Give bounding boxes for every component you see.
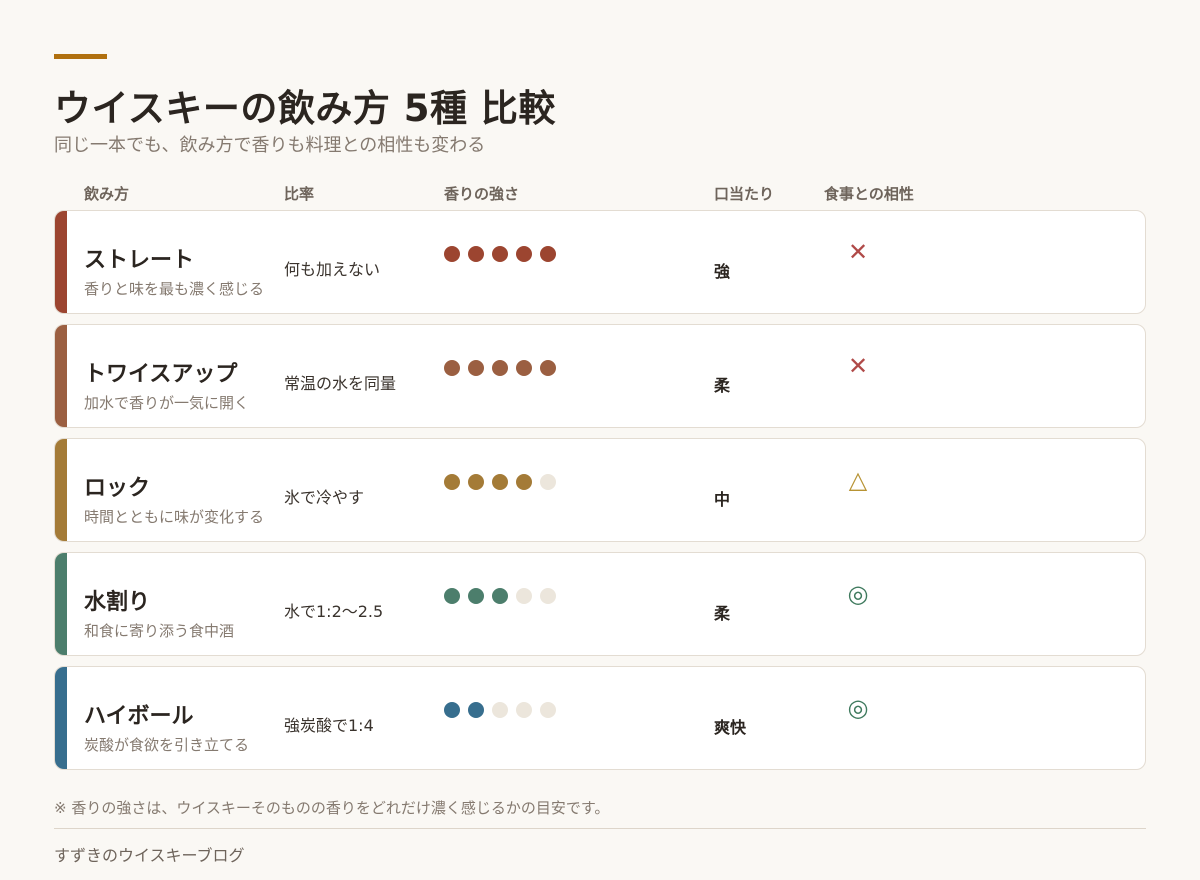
aroma-dot-filled: [540, 246, 556, 262]
mouthfeel-value: 爽快: [714, 718, 747, 737]
method-name: 水割り: [84, 590, 151, 615]
method-name: トワイスアップ: [84, 362, 238, 387]
aroma-dot-filled: [516, 246, 532, 262]
aroma-rating: [444, 246, 556, 262]
pairing-mark: ✕: [847, 352, 869, 380]
method-description: 香りと味を最も濃く感じる: [84, 280, 265, 298]
aroma-dot-empty: [540, 474, 556, 490]
ratio-value: 強炭酸で1:4: [284, 716, 374, 735]
method-description: 和食に寄り添う食中酒: [84, 622, 235, 640]
footnote: ※ 香りの強さは、ウイスキーそのものの香りをどれだけ濃く感じるかの目安です。: [54, 799, 610, 817]
row-color-stripe: [55, 211, 67, 313]
aroma-rating: [444, 588, 556, 604]
footer-divider: [54, 828, 1146, 829]
aroma-dot-filled: [468, 360, 484, 376]
aroma-dot-filled: [444, 246, 460, 262]
aroma-rating: [444, 474, 556, 490]
aroma-dot-filled: [444, 702, 460, 718]
aroma-dot-filled: [492, 360, 508, 376]
mouthfeel-value: 強: [714, 262, 731, 281]
aroma-dot-filled: [516, 474, 532, 490]
aroma-dot-filled: [444, 360, 460, 376]
mouthfeel-value: 柔: [714, 376, 731, 395]
aroma-dot-filled: [468, 474, 484, 490]
aroma-dot-filled: [540, 360, 556, 376]
table-row: 水割り和食に寄り添う食中酒 水で1:2〜2.5 柔 ◎: [54, 552, 1146, 656]
aroma-dot-empty: [492, 702, 508, 718]
ratio-value: 常温の水を同量: [284, 374, 397, 393]
page-subtitle: 同じ一本でも、飲み方で香りも料理との相性も変わる: [54, 135, 486, 156]
aroma-dot-filled: [444, 588, 460, 604]
header-ratio: 比率: [284, 185, 315, 203]
mouthfeel-value: 柔: [714, 604, 731, 623]
table-row: ハイボール炭酸が食欲を引き立てる 強炭酸で1:4 爽快 ◎: [54, 666, 1146, 770]
method-name: ロック: [84, 476, 151, 501]
table-row: ロック時間とともに味が変化する 氷で冷やす 中 △: [54, 438, 1146, 542]
footer-credit: すずきのウイスキーブログ: [54, 846, 245, 865]
aroma-dot-filled: [468, 588, 484, 604]
method-name: ストレート: [84, 248, 195, 273]
pairing-mark: ◎: [847, 694, 869, 722]
method-description: 炭酸が食欲を引き立てる: [84, 736, 250, 754]
aroma-dot-filled: [516, 360, 532, 376]
aroma-dot-filled: [444, 474, 460, 490]
method-description: 時間とともに味が変化する: [84, 508, 265, 526]
row-color-stripe: [55, 667, 67, 769]
ratio-value: 何も加えない: [284, 260, 381, 279]
row-color-stripe: [55, 325, 67, 427]
ratio-value: 水で1:2〜2.5: [284, 602, 384, 621]
aroma-rating: [444, 702, 556, 718]
pairing-mark: ✕: [847, 238, 869, 266]
pairing-mark: △: [848, 466, 868, 494]
aroma-dot-filled: [492, 474, 508, 490]
ratio-value: 氷で冷やす: [284, 488, 365, 507]
header-aroma: 香りの強さ: [444, 185, 520, 203]
aroma-dot-empty: [540, 702, 556, 718]
row-color-stripe: [55, 439, 67, 541]
header-pairing: 食事との相性: [824, 185, 914, 203]
page-title: ウイスキーの飲み方 5種 比較: [54, 87, 556, 130]
row-color-stripe: [55, 553, 67, 655]
header-mouthfeel: 口当たり: [714, 185, 775, 203]
title-accent-bar: [54, 54, 107, 59]
method-description: 加水で香りが一気に開く: [84, 394, 250, 412]
aroma-dot-empty: [540, 588, 556, 604]
aroma-dot-filled: [492, 246, 508, 262]
aroma-dot-empty: [516, 588, 532, 604]
method-name: ハイボール: [84, 704, 194, 729]
table-row: ストレート香りと味を最も濃く感じる 何も加えない 強 ✕: [54, 210, 1146, 314]
pairing-mark: ◎: [847, 580, 869, 608]
aroma-rating: [444, 360, 556, 376]
header-method: 飲み方: [84, 185, 130, 203]
aroma-dot-empty: [516, 702, 532, 718]
aroma-dot-filled: [468, 702, 484, 718]
table-row: トワイスアップ加水で香りが一気に開く 常温の水を同量 柔 ✕: [54, 324, 1146, 428]
mouthfeel-value: 中: [714, 490, 731, 509]
aroma-dot-filled: [468, 246, 484, 262]
aroma-dot-filled: [492, 588, 508, 604]
